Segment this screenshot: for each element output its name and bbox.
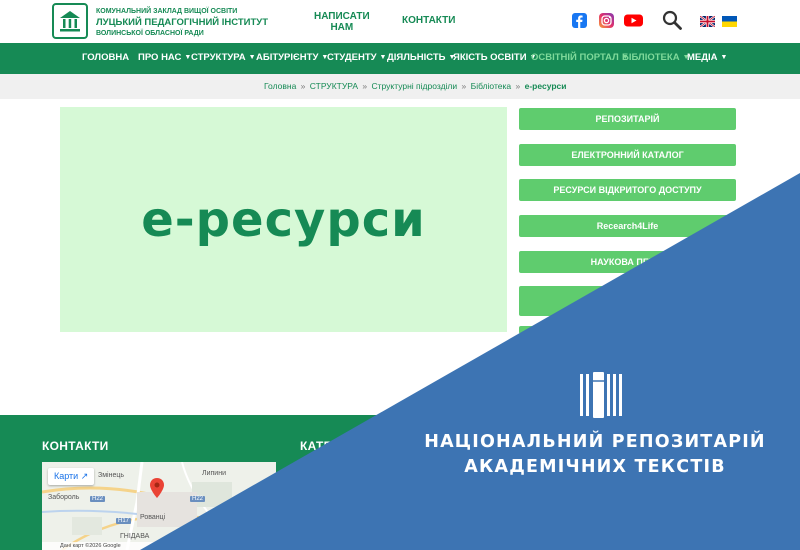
chevron-down-icon: ▼ <box>720 54 728 61</box>
instagram-icon[interactable] <box>599 13 614 28</box>
facebook-icon[interactable] <box>572 13 587 28</box>
breadcrumb-bar: Головна » СТРУКТУРА » Структурні підрозд… <box>0 74 800 99</box>
maps-button-label: Карти <box>54 471 79 481</box>
logo-line-3: ВОЛИНСЬКОЇ ОБЛАСНОЇ РАДИ <box>96 30 204 37</box>
nav-item-about[interactable]: ПРО НАС ▼ <box>138 52 191 63</box>
map-pin-icon[interactable] <box>150 478 164 498</box>
breadcrumb-current: е-ресурси <box>524 81 567 91</box>
logo-line-2: ЛУЦЬКИЙ ПЕДАГОГІЧНИЙ ІНСТИТУТ <box>96 17 269 28</box>
site-header: КОМУНАЛЬНИЙ ЗАКЛАД ВИЩОЇ ОСВІТИ ЛУЦЬКИЙ … <box>0 0 800 43</box>
open-in-maps-button[interactable]: Карти ↗ <box>48 468 95 485</box>
map-road-label: H22 <box>90 496 106 502</box>
hero-title: е-ресурси <box>141 191 426 248</box>
overlay-title: НАЦІОНАЛЬНИЙ РЕПОЗИТАРІЙ АКАДЕМІЧНИХ ТЕК… <box>400 430 790 480</box>
footer-contacts-title: КОНТАКТИ <box>42 439 109 453</box>
write-us-link[interactable]: НАПИСАТИ НАМ <box>314 11 370 33</box>
nav-item-student[interactable]: СТУДЕНТУ ▼ <box>327 52 386 63</box>
nav-item-applicant[interactable]: АБІТУРІЄНТУ ▼ <box>256 52 328 63</box>
nav-item-label: АБІТУРІЄНТУ <box>256 52 319 63</box>
write-us-line-2: НАМ <box>330 22 354 33</box>
chevron-down-icon: ▼ <box>379 54 387 61</box>
breadcrumb-home[interactable]: Головна <box>264 81 296 91</box>
nav-item-label: ЯКІСТЬ ОСВІТИ <box>453 52 527 63</box>
overlay-title-line-2: АКАДЕМІЧНИХ ТЕКСТІВ <box>464 457 726 477</box>
nav-item-label: БІБЛІОТЕКА <box>622 52 680 63</box>
ukrainian-flag-icon[interactable] <box>722 16 737 27</box>
map-attribution: Дані карт ©2026 Google <box>42 542 276 550</box>
breadcrumb-separator: » <box>362 81 368 91</box>
breadcrumb-units[interactable]: Структурні підрозділи <box>372 81 458 91</box>
breadcrumb-structure[interactable]: СТРУКТУРА <box>310 81 358 91</box>
logo-icon <box>60 11 80 32</box>
logo-line-1: КОМУНАЛЬНИЙ ЗАКЛАД ВИЩОЇ ОСВІТИ <box>96 8 238 15</box>
search-icon[interactable] <box>662 10 682 30</box>
youtube-icon[interactable] <box>624 13 643 28</box>
nav-item-label: ГОЛОВНА <box>82 52 130 63</box>
sidebar-button-partial[interactable] <box>519 326 579 334</box>
location-map[interactable]: Карти ↗ Змінець Липини Забороль Рованці … <box>42 462 276 550</box>
map-place-label: Рованці <box>140 514 166 521</box>
nav-item-label: МЕДІА <box>687 52 718 63</box>
nav-item-label: ПРО НАС <box>138 52 182 63</box>
research4life-button[interactable]: Recearch4Life <box>519 215 736 237</box>
nav-item-label: ОСВІТНІЙ ПОРТАЛ <box>531 52 619 63</box>
open-access-button[interactable]: РЕСУРСИ ВІДКРИТОГО ДОСТУПУ <box>519 179 736 201</box>
breadcrumb-library[interactable]: Бібліотека <box>471 81 512 91</box>
footer-categories-title: КАТЕ <box>300 439 332 453</box>
nav-item-quality[interactable]: ЯКІСТЬ ОСВІТИ ▼ <box>453 52 536 63</box>
breadcrumb: Головна » СТРУКТУРА » Структурні підрозд… <box>264 81 566 91</box>
nav-item-portal[interactable]: ОСВІТНІЙ ПОРТАЛ ▼ <box>531 52 629 63</box>
nav-item-label: ДІЯЛЬНІСТЬ <box>387 52 446 63</box>
overlay-title-line-1: НАЦІОНАЛЬНИЙ РЕПОЗИТАРІЙ <box>424 432 766 452</box>
map-place-label: Забороль <box>48 494 80 501</box>
nav-item-library[interactable]: БІБЛІОТЕКА ▼ <box>622 52 690 63</box>
electronic-catalog-button[interactable]: ЕЛЕКТРОННИЙ КАТАЛОГ <box>519 144 736 166</box>
repository-button[interactable]: РЕПОЗИТАРІЙ <box>519 108 736 130</box>
map-road-label: H22 <box>190 496 206 502</box>
scientific-periodicals-button[interactable]: НАУКОВА ПЕРІО <box>519 251 736 273</box>
chevron-down-icon: ▼ <box>248 54 256 61</box>
main-navigation: ГОЛОВНА ПРО НАС ▼ СТРУКТУРА ▼ АБІТУРІЄНТУ ▼… <box>0 43 800 74</box>
institute-logo[interactable] <box>52 3 88 39</box>
nav-item-label: СТУДЕНТУ <box>327 52 377 63</box>
external-link-icon: ↗ <box>80 471 89 481</box>
nav-item-media[interactable]: МЕДІА ▼ <box>687 52 727 63</box>
map-place-label: Крупа <box>230 533 250 540</box>
breadcrumb-separator: » <box>461 81 467 91</box>
books-icon <box>580 372 622 418</box>
write-us-line-1: НАПИСАТИ <box>314 11 370 22</box>
institute-name[interactable]: КОМУНАЛЬНИЙ ЗАКЛАД ВИЩОЇ ОСВІТИ ЛУЦЬКИЙ … <box>96 6 296 39</box>
breadcrumb-separator: » <box>515 81 521 91</box>
english-flag-icon[interactable] <box>700 16 715 27</box>
hero-banner: е-ресурси <box>60 107 507 332</box>
nav-item-home[interactable]: ГОЛОВНА <box>82 52 129 63</box>
map-place-label: Змінець <box>98 472 125 479</box>
map-place-label: ГНІДАВА <box>120 533 150 540</box>
nav-item-structure[interactable]: СТРУКТУРА ▼ <box>191 52 256 63</box>
map-road-label: H17 <box>116 518 132 524</box>
contacts-link[interactable]: КОНТАКТИ <box>402 15 455 26</box>
map-place-label: Липини <box>202 470 226 477</box>
national-button[interactable]: НАЦІ <box>519 286 736 316</box>
nav-item-activity[interactable]: ДІЯЛЬНІСТЬ ▼ <box>387 52 455 63</box>
nav-item-label: СТРУКТУРА <box>191 52 246 63</box>
breadcrumb-separator: » <box>300 81 306 91</box>
